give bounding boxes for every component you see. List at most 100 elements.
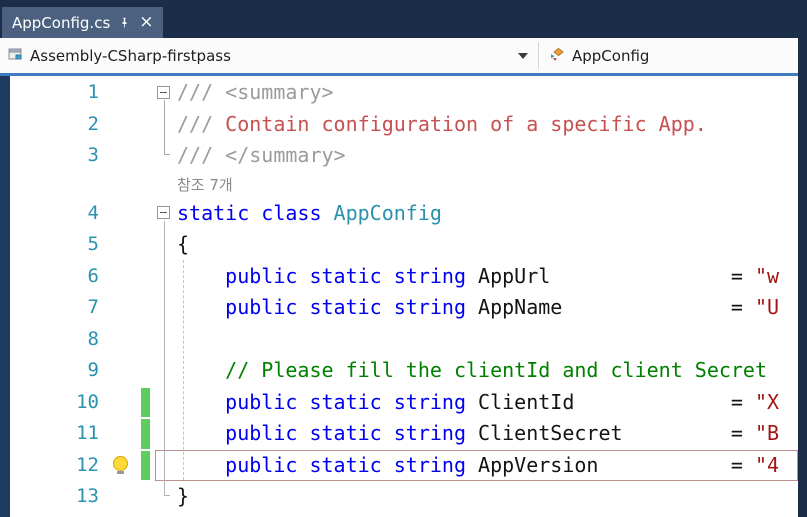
code-text[interactable]: } bbox=[177, 481, 798, 513]
project-dropdown[interactable]: Assembly-CSharp-firstpass bbox=[0, 38, 538, 73]
pin-icon[interactable] bbox=[119, 16, 130, 29]
outlining-margin bbox=[155, 77, 177, 109]
code-text[interactable] bbox=[177, 324, 798, 356]
outlining-margin bbox=[155, 387, 177, 419]
code-area[interactable]: 1 /// <summary> 2 /// Contain configuration… bbox=[0, 77, 798, 513]
outlining-margin bbox=[155, 261, 177, 293]
glyph-margin bbox=[105, 387, 135, 419]
code-text[interactable]: // Please fill the clientId and client S… bbox=[177, 355, 798, 387]
glyph-margin bbox=[105, 292, 135, 324]
line-number: 4 bbox=[87, 201, 99, 224]
code-text[interactable]: public static string AppName = "U bbox=[177, 292, 798, 324]
outlining-margin bbox=[155, 355, 177, 387]
glyph-margin bbox=[105, 355, 135, 387]
type-dropdown[interactable]: AppConfig bbox=[539, 38, 807, 73]
line-number: 11 bbox=[76, 422, 99, 444]
change-tracking-margin bbox=[135, 387, 155, 419]
project-icon bbox=[7, 46, 23, 66]
outlining-margin bbox=[155, 109, 177, 141]
change-tracking-margin bbox=[135, 292, 155, 324]
code-text[interactable]: public static string AppUrl = "w bbox=[177, 261, 798, 293]
glyph-margin bbox=[105, 418, 135, 450]
change-bar bbox=[141, 450, 150, 480]
change-tracking-margin bbox=[135, 109, 155, 141]
change-tracking-margin bbox=[135, 172, 155, 198]
code-text[interactable]: public static string AppVersion = "4 bbox=[177, 450, 798, 482]
dropdown-arrow-icon[interactable] bbox=[518, 52, 528, 59]
line-number: 12 bbox=[76, 453, 99, 476]
code-line[interactable]: 5{ bbox=[0, 229, 798, 261]
code-line[interactable]: 4 static class AppConfig bbox=[0, 198, 798, 230]
navigation-bar: Assembly-CSharp-firstpass AppConfig bbox=[0, 38, 807, 73]
change-bar bbox=[141, 387, 150, 417]
code-line[interactable]: 11 public static string ClientSecret = "… bbox=[0, 418, 798, 450]
line-number: 2 bbox=[87, 112, 99, 135]
change-tracking-margin bbox=[135, 418, 155, 450]
code-line[interactable]: 6 public static string AppUrl = "w bbox=[0, 261, 798, 293]
code-line[interactable]: 8 bbox=[0, 324, 798, 356]
outlining-margin bbox=[155, 292, 177, 324]
document-tab-bar: AppConfig.cs × bbox=[0, 0, 807, 38]
fold-toggle-icon[interactable] bbox=[157, 85, 170, 99]
close-icon[interactable]: × bbox=[139, 14, 153, 31]
code-line[interactable]: 12 public static string AppVersion = "4 bbox=[0, 449, 798, 482]
editor-right-border bbox=[798, 35, 807, 517]
glyph-margin bbox=[105, 140, 135, 172]
lightbulb-icon[interactable] bbox=[113, 456, 128, 475]
line-number: 13 bbox=[76, 485, 99, 507]
tab-appconfig-cs[interactable]: AppConfig.cs × bbox=[2, 7, 163, 38]
code-editor[interactable]: 1 /// <summary> 2 /// Contain configuration… bbox=[0, 35, 807, 517]
line-number: 3 bbox=[87, 144, 99, 166]
type-dropdown-value: AppConfig bbox=[572, 46, 650, 65]
code-text[interactable]: /// </summary> bbox=[177, 140, 798, 172]
code-text[interactable]: public static string ClientSecret = "B bbox=[177, 418, 798, 450]
line-number: 8 bbox=[87, 327, 99, 350]
glyph-margin bbox=[105, 109, 135, 141]
project-dropdown-value: Assembly-CSharp-firstpass bbox=[30, 46, 231, 65]
class-icon bbox=[549, 46, 565, 66]
change-tracking-margin bbox=[135, 140, 155, 172]
glyph-margin bbox=[105, 450, 135, 482]
change-tracking-margin bbox=[135, 198, 155, 230]
outlining-margin bbox=[155, 229, 177, 261]
fold-toggle-icon[interactable] bbox=[157, 206, 170, 220]
codelens-row[interactable]: 참조 7개 bbox=[0, 172, 798, 198]
glyph-margin bbox=[105, 229, 135, 261]
code-line[interactable]: 3 /// </summary> bbox=[0, 140, 798, 172]
glyph-margin bbox=[105, 198, 135, 230]
outlining-margin bbox=[155, 172, 177, 198]
code-line[interactable]: 1 /// <summary> bbox=[0, 77, 798, 109]
code-text[interactable]: { bbox=[177, 229, 798, 261]
code-line[interactable]: 10 public static string ClientId = "X bbox=[0, 387, 798, 419]
codelens-references[interactable]: 참조 7개 bbox=[177, 172, 798, 198]
change-bar bbox=[141, 419, 150, 449]
code-text[interactable]: public static string ClientId = "X bbox=[177, 387, 798, 419]
line-number: 1 bbox=[87, 81, 99, 103]
outlining-margin bbox=[155, 324, 177, 356]
outlining-margin bbox=[155, 140, 177, 172]
outlining-margin bbox=[155, 198, 177, 230]
glyph-margin bbox=[105, 172, 135, 198]
code-text[interactable]: /// Contain configuration of a specific … bbox=[177, 109, 798, 141]
tab-title: AppConfig.cs bbox=[12, 13, 111, 32]
outlining-margin bbox=[155, 418, 177, 450]
vs-editor-window: AppConfig.cs × Assembly-CSharp-firstpass bbox=[0, 0, 807, 517]
code-line[interactable]: 9 // Please fill the clientId and client… bbox=[0, 355, 798, 387]
change-tracking-margin bbox=[135, 355, 155, 387]
code-line[interactable]: 13} bbox=[0, 481, 798, 513]
code-line[interactable]: 2 /// Contain configuration of a specific… bbox=[0, 109, 798, 141]
editor-left-margin bbox=[0, 76, 10, 517]
change-tracking-margin bbox=[135, 77, 155, 109]
line-number: 7 bbox=[87, 296, 99, 318]
outlining-margin bbox=[155, 481, 177, 513]
change-tracking-margin bbox=[135, 481, 155, 513]
code-text[interactable]: /// <summary> bbox=[177, 77, 798, 109]
code-line[interactable]: 7 public static string AppName = "U bbox=[0, 292, 798, 324]
line-number: 9 bbox=[87, 359, 99, 381]
outlining-margin bbox=[155, 450, 177, 482]
change-tracking-margin bbox=[135, 324, 155, 356]
glyph-margin bbox=[105, 481, 135, 513]
glyph-margin bbox=[105, 77, 135, 109]
line-number: 6 bbox=[87, 264, 99, 287]
code-text[interactable]: static class AppConfig bbox=[177, 198, 798, 230]
